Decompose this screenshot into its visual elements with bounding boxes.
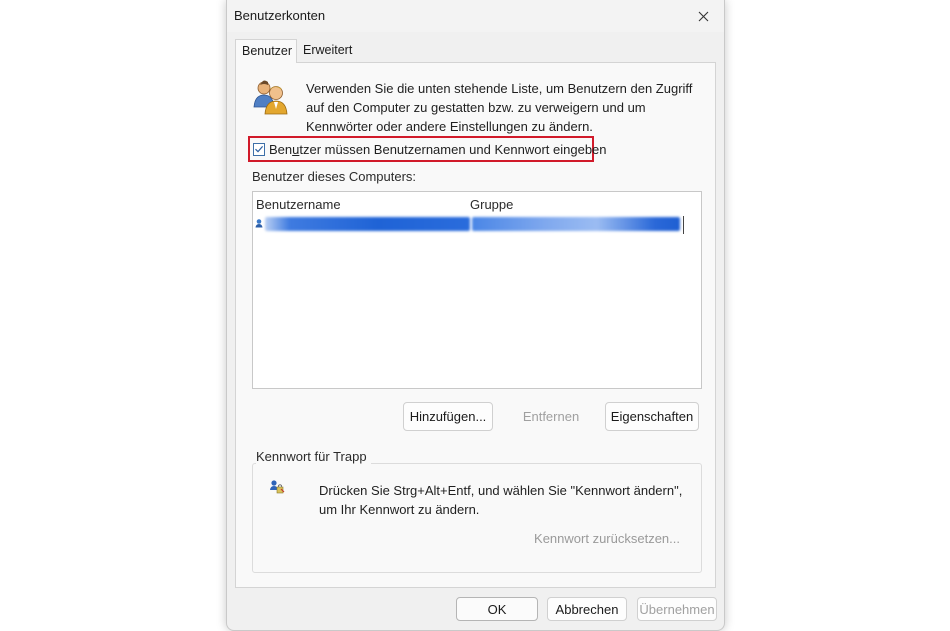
tab-erweitert[interactable]: Erweitert	[297, 39, 361, 62]
redacted-group	[472, 217, 680, 231]
password-group-title: Kennwort für Trapp	[256, 449, 371, 464]
properties-button[interactable]: Eigenschaften	[605, 402, 699, 431]
column-header-group[interactable]: Gruppe	[470, 197, 513, 212]
user-accounts-dialog: Benutzerkonten Benutzer Erweitert Verwen…	[226, 0, 725, 631]
intro-text: Verwenden Sie die unten stehende Liste, …	[306, 81, 693, 134]
users-list-heading: Benutzer dieses Computers:	[252, 169, 417, 184]
remove-user-button[interactable]: Entfernen	[510, 402, 592, 431]
column-header-username[interactable]: Benutzername	[256, 197, 341, 212]
add-user-button[interactable]: Hinzufügen...	[403, 402, 493, 431]
tab-benutzer[interactable]: Benutzer	[235, 39, 297, 63]
close-button[interactable]	[690, 4, 716, 28]
apply-button[interactable]: Übernehmen	[637, 597, 717, 621]
user-icon	[255, 219, 263, 228]
tab-panel-benutzer: Verwenden Sie die unten stehende Liste, …	[235, 62, 716, 588]
cancel-button[interactable]: Abbrechen	[547, 597, 627, 621]
dialog-footer: OK Abbrechen Übernehmen	[227, 589, 724, 631]
listview-header: Benutzername Gruppe	[253, 192, 701, 214]
tab-benutzer-label: Benutzer	[242, 44, 293, 58]
tab-erweitert-label: Erweitert	[303, 43, 353, 57]
row-focus-edge	[683, 216, 684, 234]
require-login-label[interactable]: Benutzer müssen Benutzernamen und Kennwo…	[269, 142, 607, 157]
checkmark-icon	[255, 146, 264, 153]
ok-button[interactable]: OK	[456, 597, 538, 621]
reset-password-button[interactable]: Kennwort zurücksetzen...	[530, 528, 680, 548]
password-instructions: Drücken Sie Strg+Alt+Entf, und wählen Si…	[319, 483, 683, 517]
redacted-username	[265, 217, 470, 231]
table-row[interactable]	[255, 214, 684, 234]
window-title: Benutzerkonten	[234, 8, 326, 23]
users-listview[interactable]: Benutzername Gruppe	[252, 191, 702, 389]
title-bar: Benutzerkonten	[227, 0, 724, 32]
password-key-icon	[270, 480, 285, 494]
require-login-checkbox[interactable]	[253, 142, 265, 156]
close-icon	[698, 11, 708, 21]
users-icon	[253, 80, 288, 115]
require-login-row: Benutzer müssen Benutzernamen und Kennwo…	[248, 136, 607, 162]
